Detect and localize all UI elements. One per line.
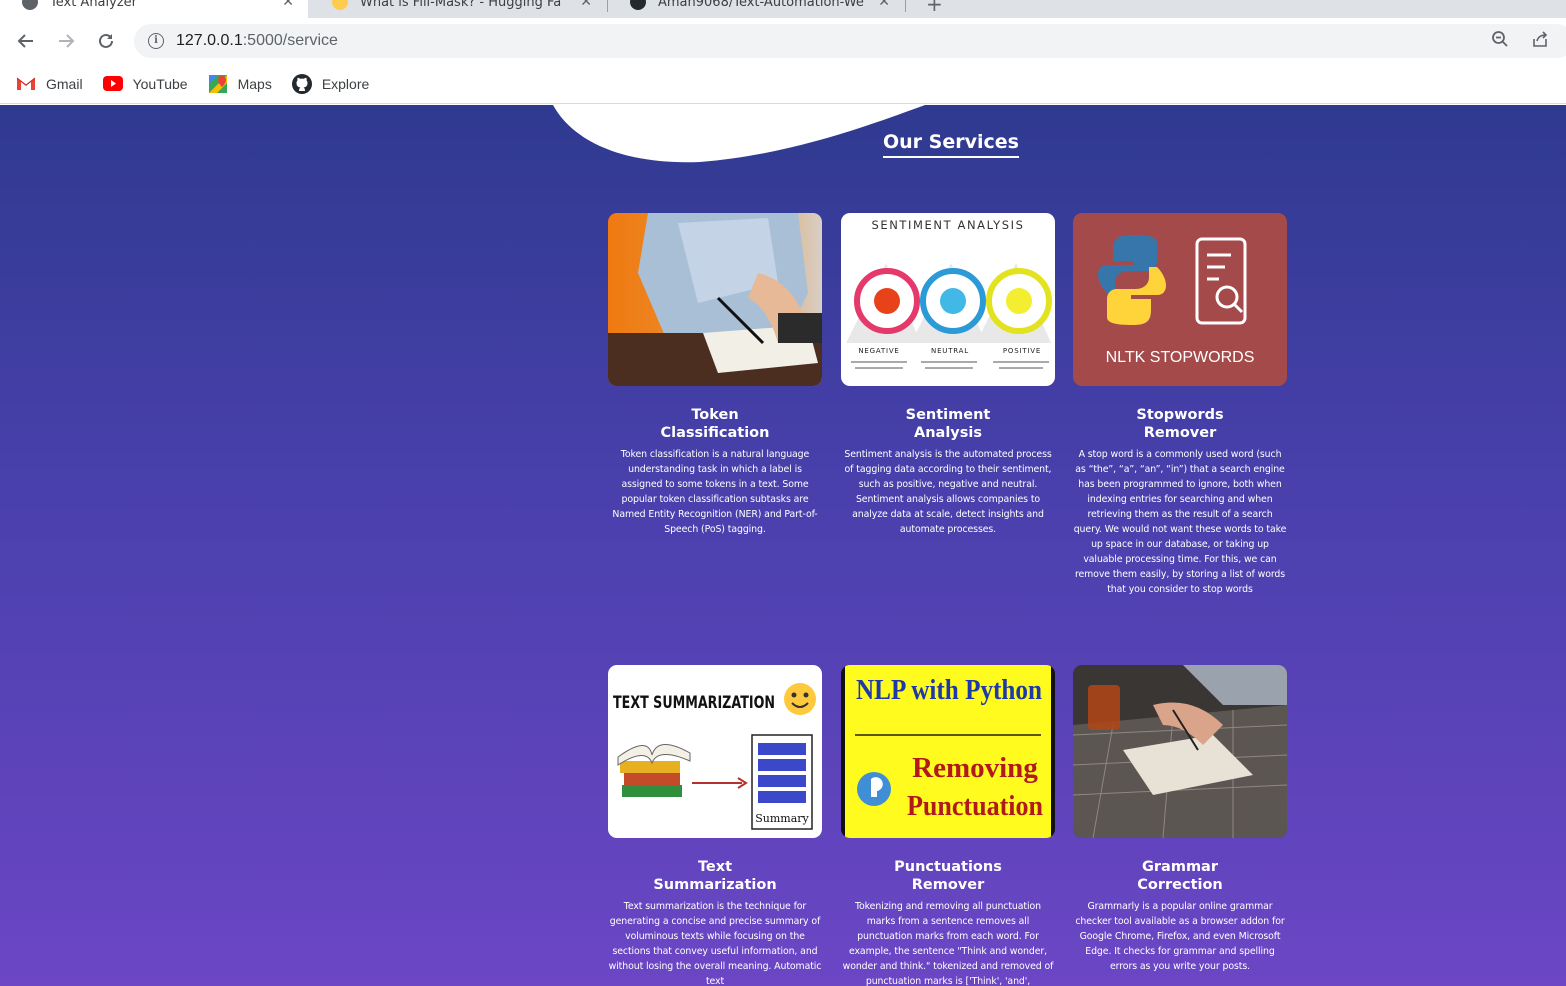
bookmark-gmail[interactable]: Gmail <box>16 76 83 92</box>
sentiment-analysis-graphic: SENTIMENT ANALYSIS NEGATIVE NEUTRAL POSI… <box>841 213 1055 386</box>
summary-label: Summary <box>755 812 809 825</box>
browser-toolbar: i 127.0.0.1:5000/service ☆ <box>0 18 1566 64</box>
section-title: Our Services <box>883 131 1019 158</box>
gmail-icon <box>16 76 36 92</box>
service-description: Sentiment analysis is the automated proc… <box>844 449 1052 535</box>
tab-text-analyzer[interactable]: Text Analyzer ✕ <box>0 0 308 18</box>
graphic-line-2: Punctuation <box>907 790 1043 822</box>
bookmarks-bar: Gmail YouTube Maps Explore <box>0 64 1566 104</box>
hugging-face-favicon-icon <box>332 0 348 10</box>
services-page: Our Services Token Classification Token … <box>0 105 1566 986</box>
tab-title: Aman9068/Text-Automation-We <box>658 0 864 10</box>
service-card-token-classification[interactable]: Token Classification Token classificatio… <box>608 213 822 537</box>
bookmark-star-icon[interactable]: ☆ <box>1560 31 1566 51</box>
graphic-heading: TEXT SUMMARIZATION <box>613 693 775 713</box>
share-icon[interactable] <box>1520 30 1560 53</box>
decorative-wave <box>553 105 925 163</box>
address-bar[interactable]: i 127.0.0.1:5000/service ☆ <box>134 24 1566 58</box>
graphic-caption: NLTK STOPWORDS <box>1106 349 1255 366</box>
page-favicon-icon <box>22 0 38 10</box>
tab-title: Text Analyzer <box>50 0 137 10</box>
service-description: Grammarly is a popular online grammar ch… <box>1075 901 1285 972</box>
bookmark-youtube[interactable]: YouTube <box>102 76 188 92</box>
site-info-icon[interactable]: i <box>148 33 164 49</box>
service-title: Token Classification <box>660 407 770 441</box>
close-tab-icon[interactable]: ✕ <box>272 0 294 10</box>
tab-hugging-face[interactable]: What is Fill-Mask? - Hugging Fa ✕ <box>310 0 606 18</box>
github-favicon-icon <box>630 0 646 10</box>
service-description: Text summarization is the technique for … <box>608 901 822 986</box>
person-writing-photo <box>608 213 822 386</box>
graphic-line-1: Removing <box>912 752 1038 784</box>
tab-strip: Text Analyzer ✕ What is Fill-Mask? - Hug… <box>0 0 1566 18</box>
text-summarization-graphic: TEXT SUMMARIZATION Summary <box>608 665 822 838</box>
service-title: Text Summarization <box>653 859 777 893</box>
url-text: 127.0.0.1:5000/service <box>176 32 338 49</box>
new-tab-icon[interactable]: + <box>926 0 943 16</box>
neutral-label: NEUTRAL <box>931 347 969 355</box>
back-arrow-icon[interactable] <box>6 21 46 61</box>
service-description: A stop word is a commonly used word (suc… <box>1073 449 1287 595</box>
bookmark-maps[interactable]: Maps <box>208 74 272 93</box>
forward-arrow-icon[interactable] <box>46 21 86 61</box>
graphic-heading: NLP with Python <box>856 675 1042 706</box>
maps-icon <box>208 74 228 93</box>
service-title: Sentiment Analysis <box>905 407 991 441</box>
service-title: Stopwords Remover <box>1136 407 1224 441</box>
github-icon <box>291 73 312 94</box>
youtube-icon <box>102 76 123 92</box>
desk-writing-photo <box>1073 665 1287 838</box>
bookmark-explore[interactable]: Explore <box>291 73 369 94</box>
close-tab-icon[interactable]: ✕ <box>868 0 890 10</box>
service-title: Punctuations Remover <box>894 859 1002 893</box>
negative-label: NEGATIVE <box>858 347 899 355</box>
nltk-stopwords-graphic: NLTK STOPWORDS <box>1073 213 1287 386</box>
tab-github[interactable]: Aman9068/Text-Automation-We ✕ <box>608 0 904 18</box>
service-card-text-summarization[interactable]: TEXT SUMMARIZATION Summary Text Summariz… <box>608 665 822 986</box>
service-card-punctuations-remover[interactable]: NLP with Python Removing Punctuation Pun… <box>841 665 1055 986</box>
close-tab-icon[interactable]: ✕ <box>570 0 592 10</box>
graphic-heading: SENTIMENT ANALYSIS <box>871 218 1024 232</box>
service-card-stopwords-remover[interactable]: NLTK STOPWORDS Stopwords Remover A stop … <box>1073 213 1287 597</box>
nlp-python-graphic: NLP with Python Removing Punctuation <box>841 665 1055 838</box>
service-card-sentiment-analysis[interactable]: SENTIMENT ANALYSIS NEGATIVE NEUTRAL POSI… <box>841 213 1055 537</box>
positive-label: POSITIVE <box>1003 347 1041 355</box>
service-card-grammar-correction[interactable]: Grammar Correction Grammarly is a popula… <box>1073 665 1287 974</box>
tab-title: What is Fill-Mask? - Hugging Fa <box>360 0 562 10</box>
zoom-icon[interactable] <box>1480 30 1520 53</box>
service-title: Grammar Correction <box>1137 859 1223 893</box>
service-description: Tokenizing and removing all punctuation … <box>842 901 1054 986</box>
reload-icon[interactable] <box>86 21 126 61</box>
service-description: Token classification is a natural langua… <box>612 449 818 535</box>
